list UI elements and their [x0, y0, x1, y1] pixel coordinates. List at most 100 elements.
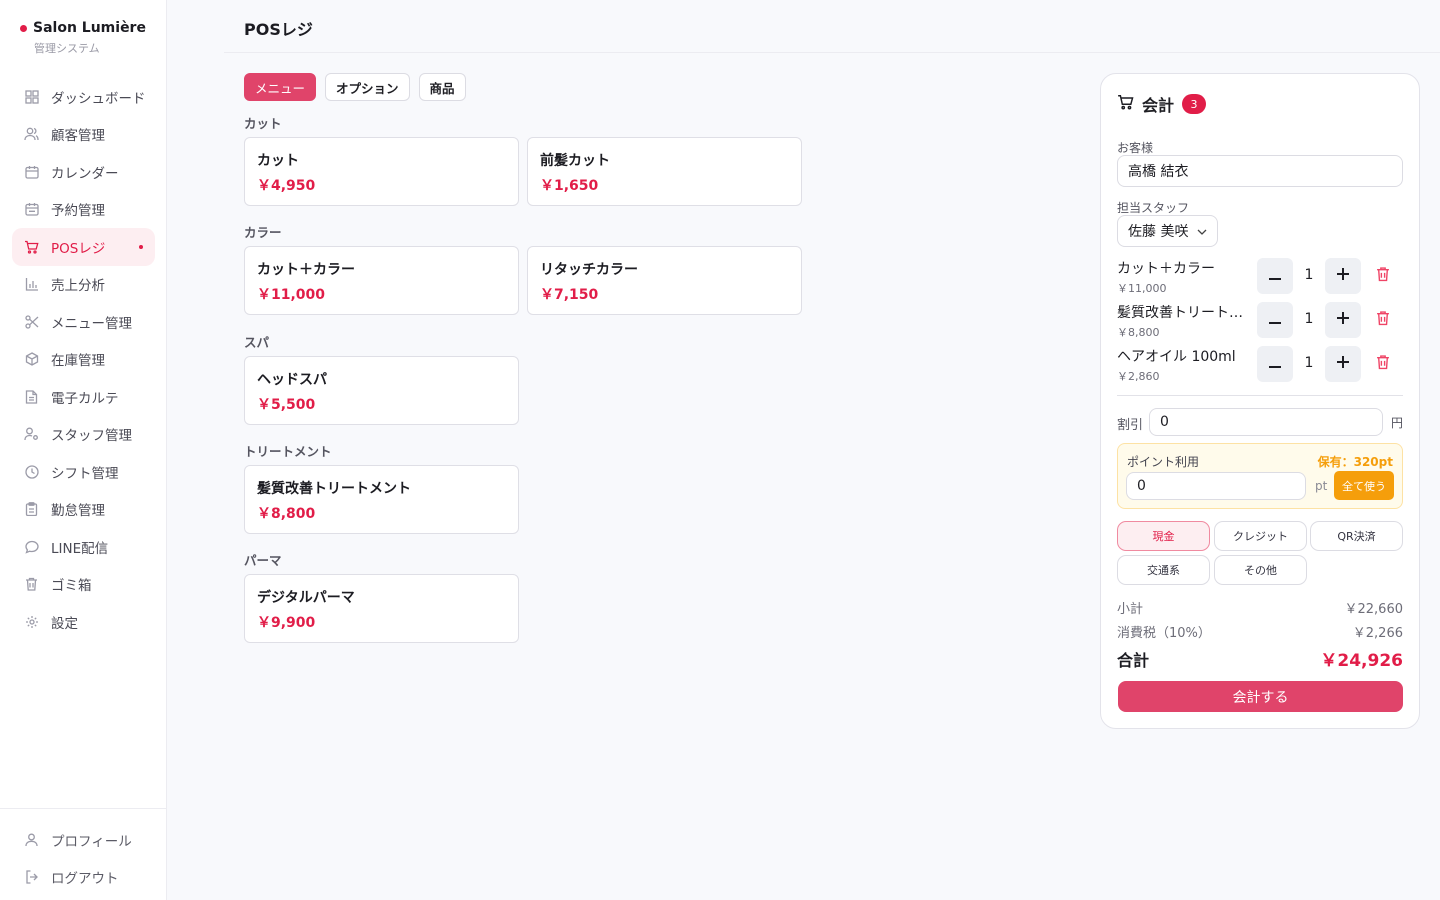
menu-item-card[interactable]: カット ￥4,950	[244, 137, 519, 206]
brand: Salon Lumière 管理システム	[20, 20, 146, 56]
points-title: ポイント利用	[1127, 455, 1200, 469]
sidebar-item-pos[interactable]: POSレジ	[12, 228, 155, 266]
sidebar-item-label: 顧客管理	[51, 128, 105, 145]
sidebar-item-label: POSレジ	[51, 240, 106, 257]
category-label-color: カラー	[244, 225, 282, 240]
decrease-qty-button[interactable]	[1257, 302, 1293, 338]
dashboard-icon	[24, 89, 39, 104]
sidebar-item-shifts[interactable]: シフト管理	[12, 453, 155, 491]
remove-line-trash-icon[interactable]	[1376, 354, 1394, 372]
customer-field[interactable]: 高橋 結衣	[1117, 155, 1403, 187]
clipboard-icon	[24, 502, 39, 517]
plus-icon	[1337, 268, 1349, 284]
menu-item-card[interactable]: デジタルパーマ ￥9,900	[244, 574, 519, 643]
sidebar-item-label: プロフィール	[51, 833, 132, 850]
sidebar-item-label: 勤怠管理	[51, 503, 105, 520]
payment-cash-button[interactable]: 現金	[1117, 521, 1210, 551]
checkout-submit-button[interactable]: 会計する	[1118, 681, 1403, 712]
menu-item-name: リタッチカラー	[540, 262, 638, 278]
menu-item-card[interactable]: 髪質改善トリートメント ￥8,800	[244, 465, 519, 534]
clock-icon	[24, 464, 39, 479]
menu-item-price: ￥8,800	[257, 506, 316, 522]
cart-line-item: ヘアオイル 100ml ￥2,860 1	[1117, 346, 1403, 386]
cart-line-item: カット＋カラー ￥11,000 1	[1117, 258, 1403, 298]
box-icon	[24, 352, 39, 367]
sidebar-item-menu-management[interactable]: メニュー管理	[12, 303, 155, 341]
sidebar-item-customers[interactable]: 顧客管理	[12, 116, 155, 154]
calendar-check-icon	[24, 202, 39, 217]
menu-item-name: ヘッドスパ	[257, 372, 327, 388]
sidebar-item-label: カレンダー	[51, 165, 119, 182]
brand-dot	[20, 24, 27, 32]
divider	[1117, 395, 1403, 396]
tab-products[interactable]: 商品	[418, 73, 466, 101]
subtotal-row: 小計 ￥22,660	[1117, 598, 1403, 617]
menu-item-name: カット＋カラー	[257, 262, 355, 278]
payment-qr-button[interactable]: QR決済	[1310, 521, 1403, 551]
points-balance: 保有：320pt	[1317, 455, 1393, 469]
minus-icon	[1269, 268, 1281, 284]
decrease-qty-button[interactable]	[1257, 258, 1293, 294]
sidebar-item-calendar[interactable]: カレンダー	[12, 153, 155, 191]
menu-item-card[interactable]: カット＋カラー ￥11,000	[244, 246, 519, 315]
sidebar-item-label: メニュー管理	[51, 315, 132, 332]
decrease-qty-button[interactable]	[1257, 346, 1293, 382]
menu-item-name: 前髪カット	[540, 153, 610, 169]
payment-other-button[interactable]: その他	[1214, 555, 1307, 585]
increase-qty-button[interactable]	[1325, 258, 1361, 294]
discount-input[interactable]: 0	[1149, 408, 1383, 436]
sidebar-item-inventory[interactable]: 在庫管理	[12, 341, 155, 379]
sidebar-item-records[interactable]: 電子カルテ	[12, 378, 155, 416]
points-input[interactable]: 0	[1126, 472, 1306, 500]
sidebar-item-attendance[interactable]: 勤怠管理	[12, 491, 155, 529]
category-label-treatment: トリートメント	[244, 444, 332, 459]
sidebar-item-profile[interactable]: プロフィール	[12, 821, 154, 859]
sidebar-item-logout[interactable]: ログアウト	[12, 859, 154, 897]
increase-qty-button[interactable]	[1325, 346, 1361, 382]
menu-item-card[interactable]: リタッチカラー ￥7,150	[527, 246, 802, 315]
remove-line-trash-icon[interactable]	[1376, 266, 1394, 284]
plus-icon	[1337, 356, 1349, 372]
sidebar-item-dashboard[interactable]: ダッシュボード	[12, 78, 155, 116]
menu-item-card[interactable]: ヘッドスパ ￥5,500	[244, 356, 519, 425]
menu-item-price: ￥9,900	[257, 615, 316, 631]
checkout-header: 会計 3	[1117, 92, 1207, 116]
customer-label: お客様	[1117, 141, 1154, 155]
tab-menu[interactable]: メニュー	[244, 73, 317, 101]
use-all-points-button[interactable]: 全て使う	[1334, 471, 1394, 500]
total-value: ￥24,926	[1320, 651, 1403, 671]
page-header: POSレジ	[224, 0, 1440, 53]
cart-icon	[1117, 94, 1134, 114]
payment-credit-button[interactable]: クレジット	[1214, 521, 1307, 551]
users-icon	[24, 127, 39, 142]
sidebar-item-line[interactable]: LINE配信	[12, 528, 155, 566]
sidebar-item-label: スタッフ管理	[51, 428, 132, 445]
staff-select[interactable]: 佐藤 美咲	[1117, 215, 1218, 247]
sidebar-item-trash[interactable]: ゴミ箱	[12, 566, 155, 604]
increase-qty-button[interactable]	[1325, 302, 1361, 338]
menu-item-price: ￥11,000	[257, 287, 326, 303]
points-unit: pt	[1315, 479, 1328, 493]
category-label-cut: カット	[244, 116, 282, 131]
staff-select-value: 佐藤 美咲	[1128, 224, 1189, 240]
sidebar-item-label: ゴミ箱	[51, 578, 92, 595]
menu-item-price: ￥4,950	[257, 178, 316, 194]
sidebar-item-reservations[interactable]: 予約管理	[12, 191, 155, 229]
minus-icon	[1269, 312, 1281, 328]
sidebar-item-staff[interactable]: スタッフ管理	[12, 416, 155, 454]
sidebar-item-settings[interactable]: 設定	[12, 603, 155, 641]
scissors-icon	[24, 314, 39, 329]
trash-icon	[24, 577, 39, 592]
sidebar-item-label: LINE配信	[51, 540, 109, 557]
remove-line-trash-icon[interactable]	[1376, 310, 1394, 328]
menu-item-card[interactable]: 前髪カット ￥1,650	[527, 137, 802, 206]
message-icon	[24, 539, 39, 554]
tab-options[interactable]: オプション	[325, 73, 410, 101]
sidebar-item-sales-analytics[interactable]: 売上分析	[12, 266, 155, 304]
chevron-down-icon	[1197, 223, 1207, 239]
menu-item-name: 髪質改善トリートメント	[257, 481, 411, 497]
discount-unit: 円	[1391, 416, 1404, 430]
bar-chart-icon	[24, 277, 39, 292]
sidebar-footer: プロフィール ログアウト	[0, 808, 166, 900]
payment-transit-button[interactable]: 交通系	[1117, 555, 1210, 585]
